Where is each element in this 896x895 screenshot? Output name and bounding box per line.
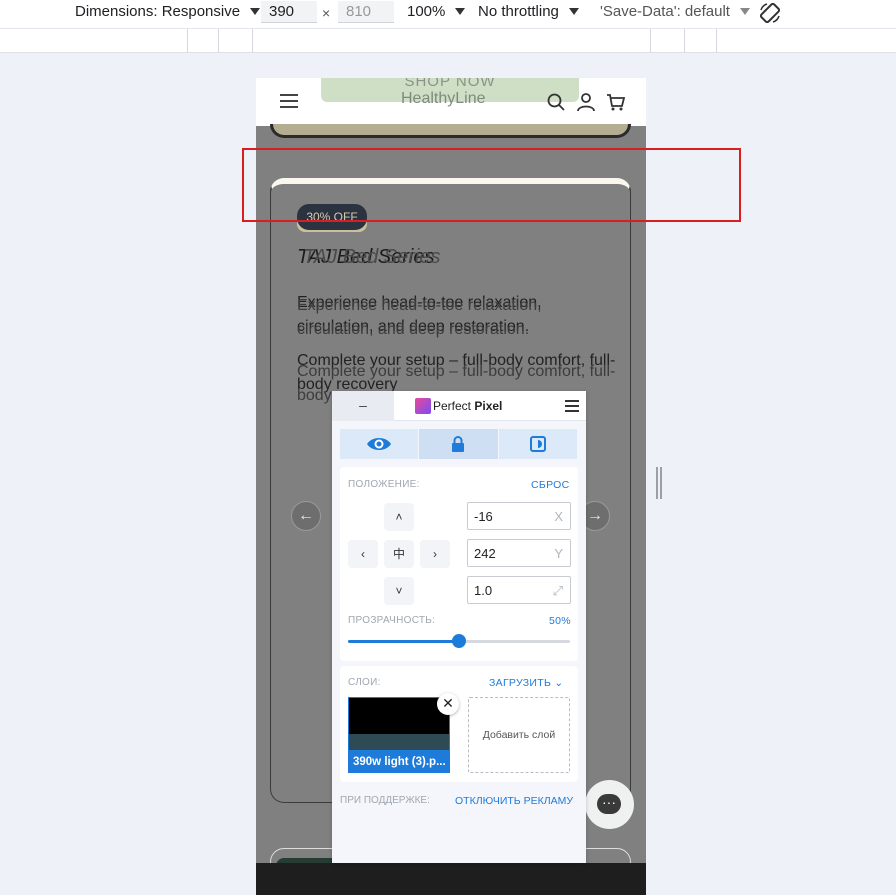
panel-title: Perfect Pixel (433, 399, 503, 413)
chevron-down-icon (739, 8, 750, 15)
highlight-rectangle (242, 148, 741, 222)
chevron-down-icon (455, 8, 466, 15)
panel-header: – Perfect Pixel (332, 391, 586, 421)
perfect-pixel-panel: – Perfect Pixel ПОЛОЖЕНИЕ: СБРОС ˄ ‹ 中 ›… (332, 391, 586, 863)
site-logo[interactable]: HealthyLine (401, 90, 486, 108)
save-data-label: 'Save-Data': default (600, 3, 730, 20)
menu-icon[interactable] (280, 94, 298, 112)
layer-thumbnail[interactable]: 390w light (3).p... (348, 697, 450, 773)
times-sign: × (322, 5, 331, 21)
upload-button[interactable]: ЗАГРУЗИТЬ ⌄ (489, 677, 563, 689)
center-button[interactable]: 中 (384, 540, 414, 568)
opacity-slider[interactable] (348, 634, 570, 648)
height-input[interactable]: 810 (338, 1, 394, 23)
nudge-left-button[interactable]: ‹ (348, 540, 378, 568)
nudge-down-button[interactable]: ˅ (384, 577, 414, 605)
y-offset-input[interactable]: 242 Y (467, 539, 571, 567)
perfect-pixel-logo-icon (415, 398, 431, 414)
search-icon[interactable] (546, 92, 566, 112)
bottom-bar (256, 863, 646, 895)
menu-icon[interactable] (565, 400, 579, 415)
carousel-prev-button[interactable]: ← (291, 501, 321, 531)
lock-icon (452, 436, 465, 452)
minimize-button[interactable]: – (332, 391, 394, 421)
scale-input[interactable]: 1.0 ⤢ (467, 576, 571, 604)
previous-card-edge (270, 124, 631, 138)
zoom-label: 100% (407, 3, 446, 20)
opacity-label: ПРОЗРАЧНОСТЬ: (348, 615, 436, 626)
position-label: ПОЛОЖЕНИЕ: (348, 479, 420, 490)
add-layer-button[interactable]: Добавить слой (468, 697, 570, 773)
chat-button[interactable]: ··· (585, 780, 634, 829)
dimensions-dropdown[interactable]: Dimensions: Responsive (75, 3, 261, 20)
resize-icon: ⤢ (552, 583, 563, 598)
throttling-dropdown[interactable]: No throttling (478, 3, 579, 20)
layer-name: 390w light (3).p... (349, 750, 449, 772)
devtools-device-toolbar: Dimensions: Responsive 390 × 810 100% No… (0, 0, 896, 28)
hero-title-overlay: TAJ Bed Series (303, 246, 441, 268)
resize-handle[interactable] (656, 467, 662, 499)
dimensions-label: Dimensions: Responsive (75, 3, 241, 20)
layers-label: СЛОИ: (348, 677, 381, 688)
disable-ads-link[interactable]: ОТКЛЮЧИТЬ РЕКЛАМУ (455, 795, 573, 807)
site-header: SHOP NOW HealthyLine (256, 78, 646, 126)
x-offset-input[interactable]: -16 X (467, 502, 571, 530)
opacity-value: 50% (549, 615, 571, 627)
support-label: ПРИ ПОДДЕРЖКЕ: (340, 795, 430, 806)
save-data-dropdown[interactable]: 'Save-Data': default (600, 3, 750, 20)
media-query-ruler (0, 28, 896, 53)
nudge-up-button[interactable]: ˄ (384, 503, 414, 531)
tab-visibility[interactable] (340, 429, 420, 459)
close-icon[interactable]: ✕ (437, 693, 459, 715)
eye-icon (367, 438, 392, 450)
account-icon[interactable] (576, 92, 596, 112)
position-card: ПОЛОЖЕНИЕ: СБРОС ˄ ‹ 中 › ˅ -16 X 242 Y 1.0… (340, 467, 578, 661)
cart-icon[interactable] (606, 92, 626, 112)
opacity-slider-fill (348, 640, 459, 643)
throttling-label: No throttling (478, 3, 559, 20)
zoom-dropdown[interactable]: 100% (407, 3, 466, 20)
rotate-icon[interactable] (758, 1, 782, 25)
hero-paragraph-1-overlay: Experience head-to-toe relaxation, circu… (297, 297, 542, 338)
chevron-down-icon: ⌄ (554, 677, 564, 689)
tab-invert[interactable] (498, 429, 578, 459)
nudge-right-button[interactable]: › (420, 540, 450, 568)
chevron-down-icon (250, 8, 261, 15)
tab-lock[interactable] (419, 429, 499, 459)
chevron-down-icon (568, 8, 579, 15)
width-input[interactable]: 390 (261, 1, 317, 23)
opacity-slider-handle[interactable] (452, 634, 466, 648)
reset-link[interactable]: СБРОС (531, 479, 570, 491)
layers-card: СЛОИ: ЗАГРУЗИТЬ ⌄ 390w light (3).p... ✕ … (340, 666, 578, 782)
invert-icon (529, 436, 546, 452)
chat-bubble-icon: ··· (597, 794, 621, 814)
mode-tabs (340, 429, 578, 459)
